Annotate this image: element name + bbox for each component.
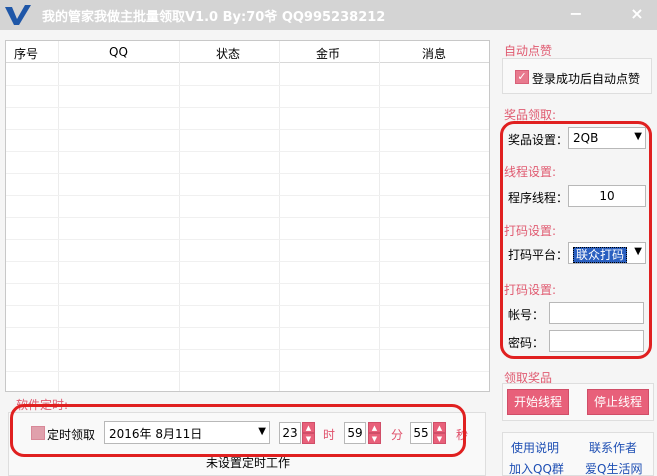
- grid-row-divider: [6, 151, 489, 152]
- highlight-settings-frame: [500, 121, 652, 359]
- highlight-timer-frame: [10, 404, 466, 457]
- site-link[interactable]: 爱Q生活网: [585, 460, 642, 476]
- col-header-status[interactable]: 状态: [216, 45, 240, 62]
- grid-row-divider: [6, 217, 489, 218]
- grid-row-divider: [6, 85, 489, 86]
- grid-row-divider: [6, 195, 489, 196]
- start-thread-button[interactable]: 开始线程: [507, 389, 569, 415]
- contact-author-link[interactable]: 联系作者: [589, 439, 637, 456]
- help-link[interactable]: 使用说明: [511, 439, 559, 456]
- col-header-coins[interactable]: 金币: [316, 45, 340, 62]
- grid-row-divider: [6, 173, 489, 174]
- links-panel: 使用说明 联系作者 加入QQ群 爱Q生活网: [502, 432, 654, 476]
- col-header-index[interactable]: 序号: [14, 45, 38, 62]
- minimize-button[interactable]: −: [565, 4, 587, 24]
- stop-thread-button[interactable]: 停止线程: [587, 389, 649, 415]
- claim-panel: 开始线程 停止线程: [502, 383, 654, 421]
- grid-header: 序号 QQ 状态 金币 消息: [6, 41, 489, 63]
- close-button[interactable]: ×: [626, 4, 648, 24]
- grid-column-divider: [279, 41, 280, 391]
- grid-row-divider: [6, 239, 489, 240]
- grid-row-divider: [6, 305, 489, 306]
- join-qq-group-link[interactable]: 加入QQ群: [509, 460, 564, 476]
- grid-column-divider: [179, 41, 180, 391]
- auto-like-checkbox-label[interactable]: 登录成功后自动点赞: [532, 70, 640, 87]
- grid-row-divider: [6, 129, 489, 130]
- grid-row-divider: [6, 107, 489, 108]
- app-logo-icon: [5, 5, 31, 25]
- grid-column-divider: [58, 41, 59, 391]
- window-title: 我的管家我做主批量领取V1.0 By:70爷 QQ995238212: [42, 10, 386, 25]
- account-grid[interactable]: 序号 QQ 状态 金币 消息: [5, 40, 490, 392]
- auto-like-checkbox[interactable]: ✓: [515, 70, 529, 84]
- col-header-message[interactable]: 消息: [422, 45, 446, 62]
- grid-row-divider: [6, 327, 489, 328]
- grid-row-divider: [6, 371, 489, 372]
- grid-column-divider: [379, 41, 380, 391]
- grid-row-divider: [6, 349, 489, 350]
- col-header-qq[interactable]: QQ: [109, 45, 128, 59]
- grid-row-divider: [6, 261, 489, 262]
- grid-row-divider: [6, 283, 489, 284]
- auto-like-panel: ✓ 登录成功后自动点赞: [502, 58, 652, 94]
- auto-like-section-label: 自动点赞: [504, 44, 553, 58]
- title-bar[interactable]: 我的管家我做主批量领取V1.0 By:70爷 QQ995238212 − ×: [0, 0, 657, 30]
